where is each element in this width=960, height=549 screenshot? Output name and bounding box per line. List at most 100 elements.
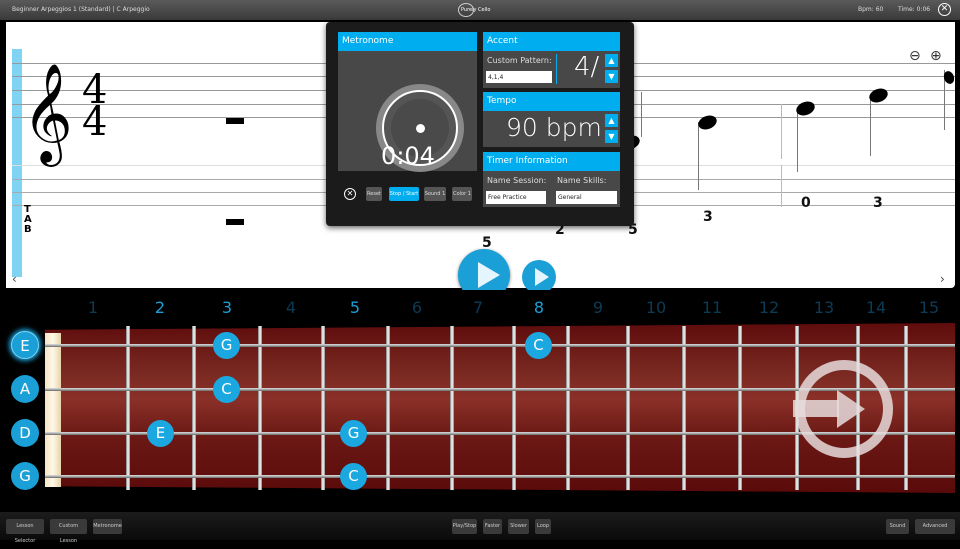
note-head	[696, 113, 719, 132]
fret-note-marker: C	[525, 332, 552, 359]
fret-number-label: 13	[813, 298, 835, 317]
faster-button[interactable]: Faster	[483, 519, 502, 534]
loop-button[interactable]: Loop	[535, 519, 551, 534]
accent-up-button[interactable]: ▲	[605, 54, 618, 67]
fret-number-label: 7	[472, 298, 484, 317]
fret-wire	[192, 326, 196, 490]
note-stem	[870, 96, 871, 156]
lesson-selector-button[interactable]: Lesson Selector	[6, 519, 44, 544]
fret-wire	[738, 326, 742, 490]
open-string-g-button[interactable]: G	[11, 462, 39, 490]
barline	[781, 165, 782, 207]
custom-pattern-label: Custom Pattern:	[487, 56, 552, 65]
accent-beats-display: 4/	[574, 52, 600, 82]
tempo-value: 90 bpm	[506, 113, 602, 142]
custom-lesson-button[interactable]: Custom Lesson	[50, 519, 87, 544]
close-icon: ✕	[940, 4, 949, 14]
fret-note-marker: G	[213, 332, 240, 359]
accent-divider	[556, 54, 557, 84]
fret-wire	[321, 326, 325, 490]
fret-wire	[566, 326, 570, 490]
custom-pattern-input[interactable]	[486, 71, 552, 83]
metronome-button[interactable]: Metronome	[93, 519, 122, 534]
skills-label: Name Skills:	[557, 176, 607, 185]
nut	[45, 333, 61, 487]
stop-start-button[interactable]: Stop / Start	[389, 187, 419, 201]
note-stem	[641, 92, 642, 137]
skills-name-input[interactable]	[556, 191, 617, 204]
string[interactable]	[45, 475, 955, 478]
open-string-d-button[interactable]: D	[11, 419, 39, 447]
title-bar: Beginner Arpeggios 1 (Standard) | C Arpe…	[0, 0, 960, 20]
color-button[interactable]: Color 1	[452, 187, 472, 201]
fret-number-label: 6	[411, 298, 423, 317]
bpm-readout: Bpm: 60	[858, 6, 884, 13]
fret-wire	[682, 326, 686, 490]
note-stem	[698, 122, 699, 190]
fret-note-marker: E	[147, 420, 174, 447]
zoom-out-icon: ⊖	[909, 48, 921, 64]
fret-number-label: 3	[221, 298, 233, 317]
fret-number-label: 1	[87, 298, 99, 317]
tab-rest	[226, 219, 244, 225]
accent-down-button[interactable]: ▼	[605, 70, 618, 83]
tempo-header: Tempo	[483, 92, 620, 111]
tempo-up-button[interactable]: ▲	[605, 114, 618, 127]
note-stem	[797, 110, 798, 172]
fret-number-label: 12	[758, 298, 780, 317]
string[interactable]	[45, 344, 955, 347]
fret-number-label: 15	[918, 298, 940, 317]
zoom-out-button[interactable]: ⊖	[909, 48, 927, 66]
arrow-down-icon: ▼	[608, 72, 615, 81]
tab-label: TAB	[24, 205, 32, 235]
metronome-close-button[interactable]: ✕	[344, 188, 356, 200]
metronome-popup: Metronome 0:04 ✕ Reset Stop / Start Soun…	[326, 22, 634, 226]
fret-wire	[626, 326, 630, 490]
timer-info-header: Timer Information	[483, 152, 620, 171]
app-logo: Purely Cello	[458, 3, 492, 17]
slower-button[interactable]: Slower	[508, 519, 529, 534]
fret-number-label: 8	[533, 298, 545, 317]
arrow-up-icon: ▲	[608, 56, 615, 65]
fret-number-label: 4	[285, 298, 297, 317]
next-arrow-head-icon	[837, 390, 865, 428]
fret-note-marker: G	[340, 420, 367, 447]
fret-number-label: 11	[701, 298, 723, 317]
time-sig-bottom: 4	[82, 99, 108, 145]
sound-toolbar-button[interactable]: Sound	[886, 519, 909, 534]
next-lesson-button[interactable]	[793, 360, 893, 458]
chevron-right-icon: ›	[940, 272, 945, 286]
play-slow-button[interactable]	[522, 260, 556, 294]
fret-wire	[904, 326, 908, 490]
reset-button[interactable]: Reset	[366, 187, 382, 201]
fret-number-label: 2	[154, 298, 166, 317]
fret-wire	[450, 326, 454, 490]
fret-number-label: 14	[865, 298, 887, 317]
fret-note-marker: C	[213, 376, 240, 403]
close-app-button[interactable]: ✕	[938, 3, 951, 16]
logo-text: Purely Cello	[461, 7, 491, 13]
scroll-left-button[interactable]: ‹	[12, 272, 17, 286]
metronome-header: Metronome	[338, 32, 477, 51]
play-stop-button[interactable]: Play/Stop	[452, 519, 477, 534]
close-icon: ✕	[346, 189, 354, 198]
advanced-button[interactable]: Advanced	[915, 519, 955, 534]
zoom-in-button[interactable]: ⊕	[930, 48, 948, 66]
fret-number-label: 9	[592, 298, 604, 317]
tempo-down-button[interactable]: ▼	[605, 130, 618, 143]
zoom-in-icon: ⊕	[930, 48, 942, 64]
open-string-a-button[interactable]: A	[11, 375, 39, 403]
session-name-input[interactable]	[486, 191, 546, 204]
next-arrow-icon	[793, 400, 839, 417]
sound-button[interactable]: Sound 1	[424, 187, 446, 201]
accent-header: Accent	[483, 32, 620, 51]
tab-number: 3	[703, 209, 713, 225]
barline	[781, 104, 782, 159]
chevron-left-icon: ‹	[12, 272, 17, 286]
tab-number: 3	[873, 195, 883, 211]
scroll-right-button[interactable]: ›	[940, 272, 945, 286]
time-signature: 44	[82, 70, 108, 145]
time-readout: Time: 0:06	[898, 6, 931, 13]
fret-number-label: 5	[349, 298, 361, 317]
open-string-e-button[interactable]: E	[11, 331, 39, 359]
